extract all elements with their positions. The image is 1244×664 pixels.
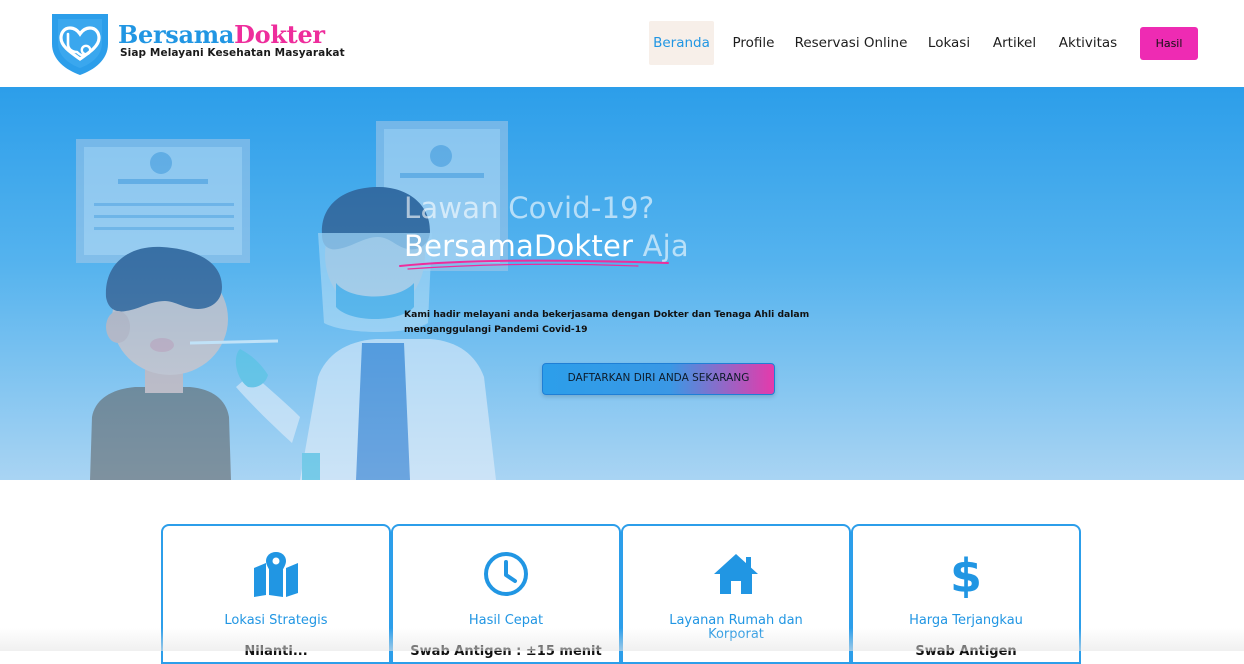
nav-item-profile[interactable]: Profile bbox=[726, 21, 781, 65]
site-header: BersamaDokter Siap Melayani Kesehatan Ma… bbox=[0, 0, 1244, 87]
nav-item-beranda[interactable]: Beranda bbox=[649, 21, 714, 65]
feature-cards: Lokasi Strategis Nilanti... Hasil Cepat … bbox=[161, 524, 1081, 664]
nav-item-reservasi-online[interactable]: Reservasi Online bbox=[791, 21, 911, 65]
feature-title: Harga Terjangkau bbox=[909, 613, 1023, 628]
clock-icon bbox=[484, 552, 528, 596]
feature-card-hasil-cepat: Hasil Cepat Swab Antigen : ±15 menit bbox=[391, 524, 621, 664]
feature-subtitle: Swab Antigen bbox=[915, 644, 1017, 659]
brand-tagline: Siap Melayani Kesehatan Masyarakat bbox=[120, 47, 345, 59]
nav-item-aktivitas[interactable]: Aktivitas bbox=[1053, 21, 1123, 65]
nav-item-artikel[interactable]: Artikel bbox=[987, 21, 1042, 65]
register-now-button[interactable]: DAFTARKAN DIRI ANDA SEKARANG bbox=[542, 363, 775, 395]
feature-title: Lokasi Strategis bbox=[224, 613, 328, 628]
map-marker-icon bbox=[254, 552, 298, 597]
dollar-icon: $ bbox=[950, 550, 982, 598]
feature-title: Hasil Cepat bbox=[468, 613, 544, 628]
brand-logo[interactable]: BersamaDokter Siap Melayani Kesehatan Ma… bbox=[48, 10, 345, 76]
pink-underline-swoosh bbox=[399, 259, 669, 270]
svg-text:$: $ bbox=[950, 550, 982, 598]
hasil-button[interactable]: Hasil bbox=[1140, 27, 1198, 60]
shield-stethoscope-icon bbox=[52, 14, 108, 75]
doctor-swab-illustration bbox=[76, 121, 508, 480]
hero-headline: Lawan Covid-19? bbox=[404, 191, 655, 225]
feature-card-harga: $ Harga Terjangkau Swab Antigen bbox=[851, 524, 1081, 664]
nav-item-lokasi[interactable]: Lokasi bbox=[922, 21, 976, 65]
feature-title: Layanan Rumah dan Korporat bbox=[669, 613, 803, 642]
hero-banner: Lawan Covid-19? BersamaDokter Aja Kami h… bbox=[0, 87, 1244, 480]
feature-card-layanan-rumah: Layanan Rumah dan Korporat bbox=[621, 524, 851, 664]
feature-card-lokasi: Lokasi Strategis Nilanti... bbox=[161, 524, 391, 664]
house-icon bbox=[714, 554, 758, 594]
hero-description: Kami hadir melayani anda bekerjasama den… bbox=[404, 309, 810, 335]
feature-subtitle: Swab Antigen : ±15 menit bbox=[410, 644, 602, 659]
brand-name: BersamaDokter bbox=[118, 20, 325, 49]
feature-subtitle: Nilanti... bbox=[244, 644, 308, 659]
